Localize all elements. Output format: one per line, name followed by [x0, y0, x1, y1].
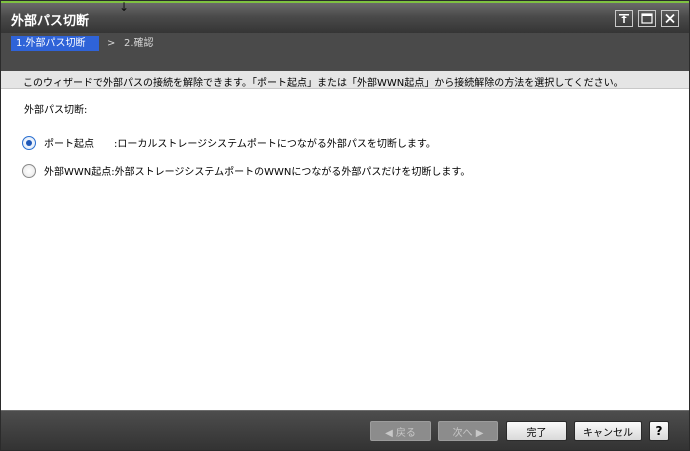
maximize-icon — [641, 13, 653, 24]
window-title: 外部パス切断 — [11, 14, 90, 29]
option-name: 外部WWN起点 — [44, 167, 112, 178]
footer-bar: ◀ 戻る 次へ ▶ 完了 キャンセル ? — [1, 410, 689, 450]
close-button[interactable] — [661, 10, 679, 27]
close-icon — [665, 13, 675, 24]
content-area: 外部パス切断: ポート起点 :ローカルストレージシステムポートにつながる外部パス… — [1, 89, 689, 410]
step-current: 1.外部パス切断 — [11, 36, 99, 51]
option-port-origin[interactable]: ポート起点 :ローカルストレージシステムポートにつながる外部パスを切断します。 — [22, 135, 436, 150]
option-description: :外部ストレージシステムポートのWWNにつながる外部パスだけを切断します。 — [111, 167, 471, 178]
description-text: このウィザードで外部パスの接続を解除できます。「ポート起点」または「外部WWN起… — [23, 78, 624, 89]
radio-port-origin[interactable] — [22, 135, 36, 150]
description-bar: このウィザードで外部パスの接続を解除できます。「ポート起点」または「外部WWN起… — [1, 71, 689, 89]
wizard-window: 外部パス切断 ↓ 1.外部パス切断 > 2.確認 このウィザードで外部パスの接続 — [0, 0, 690, 451]
finish-button[interactable]: 完了 — [506, 421, 567, 441]
option-description: :ローカルストレージシステムポートにつながる外部パスを切断します。 — [114, 139, 436, 150]
radio-external-wwn-origin[interactable] — [22, 163, 36, 178]
step-separator: > — [107, 38, 116, 49]
help-button[interactable]: ? — [649, 421, 669, 441]
pin-icon — [619, 14, 629, 23]
title-bar[interactable]: 外部パス切断 ↓ — [1, 1, 689, 33]
back-button[interactable]: ◀ 戻る — [370, 421, 431, 441]
mouse-cursor-icon: ↓ — [119, 0, 130, 14]
option-name: ポート起点 — [44, 139, 94, 150]
wizard-steps: 1.外部パス切断 > 2.確認 — [1, 33, 689, 71]
step-next: 2.確認 — [124, 38, 154, 49]
section-label: 外部パス切断: — [24, 105, 88, 116]
maximize-button[interactable] — [638, 10, 656, 27]
cancel-button[interactable]: キャンセル — [574, 421, 642, 441]
option-external-wwn-origin[interactable]: 外部WWN起点 :外部ストレージシステムポートのWWNにつながる外部パスだけを切… — [22, 163, 470, 178]
pin-button[interactable] — [615, 10, 633, 27]
next-button[interactable]: 次へ ▶ — [438, 421, 498, 441]
